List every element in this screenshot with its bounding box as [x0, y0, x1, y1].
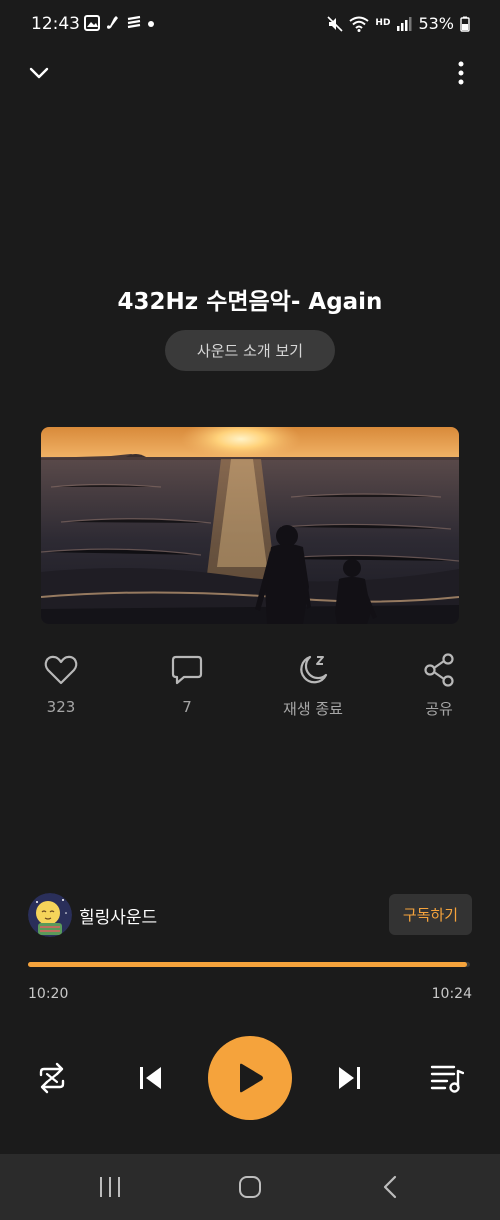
notification-dot-icon — [148, 21, 154, 27]
back-icon — [383, 1175, 397, 1199]
next-button[interactable] — [330, 1060, 370, 1096]
sunset-beach-image — [41, 427, 459, 624]
subscribe-button[interactable]: 구독하기 — [389, 894, 472, 935]
sound-wave-icon — [127, 15, 141, 29]
playlist-icon — [430, 1065, 464, 1093]
share-label: 공유 — [425, 700, 453, 718]
more-vertical-icon — [458, 61, 464, 85]
progress-bar[interactable] — [28, 962, 470, 967]
playlist-button[interactable] — [427, 1060, 467, 1096]
status-time: 12:43 — [31, 14, 80, 34]
play-icon — [240, 1063, 263, 1093]
comment-button[interactable]: 7 — [137, 652, 237, 716]
sound-intro-button[interactable]: 사운드 소개 보기 — [165, 330, 335, 371]
sunset-video-thumbnail[interactable] — [41, 427, 459, 624]
like-count: 323 — [46, 698, 76, 716]
progress-fill — [28, 962, 468, 967]
channel-avatar[interactable] — [28, 893, 72, 937]
status-system-icons: HD 53% — [327, 14, 470, 33]
comment-icon — [171, 655, 203, 685]
more-options-button[interactable] — [446, 58, 476, 88]
skip-next-icon — [339, 1067, 360, 1089]
player-screen: 12:43 HD 53% 432Hz 수면음악- Again 사운드 소개 보기 — [0, 0, 500, 1220]
home-button[interactable] — [230, 1172, 270, 1202]
action-row: 323 7 재생 종료 공유 — [0, 652, 500, 722]
sleep-timer-button[interactable]: 재생 종료 — [263, 652, 363, 719]
home-icon — [239, 1176, 261, 1198]
comment-count: 7 — [182, 698, 192, 716]
status-notification-icons — [84, 15, 155, 31]
repeat-button[interactable] — [32, 1060, 72, 1096]
signal-icon — [397, 16, 412, 31]
back-button[interactable] — [370, 1172, 410, 1202]
status-bar: 12:43 HD 53% — [0, 0, 500, 52]
channel-row: 힐링사운드 구독하기 — [28, 893, 472, 937]
wifi-icon — [349, 16, 370, 32]
recent-apps-icon — [100, 1177, 120, 1197]
skip-previous-icon — [140, 1067, 161, 1089]
battery-icon — [460, 16, 470, 32]
hd-voice-indicator: HD — [375, 18, 391, 28]
previous-button[interactable] — [130, 1060, 170, 1096]
share-icon — [424, 653, 454, 687]
chevron-down-icon — [29, 67, 49, 79]
battery-percentage: 53% — [418, 14, 454, 33]
sleep-timer-label: 재생 종료 — [283, 700, 343, 718]
channel-avatar-image — [28, 893, 72, 937]
system-navigation-bar — [0, 1154, 500, 1220]
sound-title: 432Hz 수면음악- Again — [117, 289, 383, 315]
repeat-icon — [39, 1062, 65, 1094]
collapse-button[interactable] — [24, 58, 54, 88]
moon-sleep-icon — [300, 655, 328, 684]
total-time: 10:24 — [431, 986, 472, 1002]
channel-name[interactable]: 힐링사운드 — [79, 903, 157, 928]
current-time: 10:20 — [28, 986, 69, 1002]
heart-icon — [44, 655, 78, 685]
mute-icon — [327, 15, 343, 32]
share-button[interactable]: 공유 — [389, 652, 489, 719]
recent-apps-button[interactable] — [90, 1172, 130, 1202]
sax-icon — [107, 16, 118, 29]
like-button[interactable]: 323 — [11, 652, 111, 716]
play-button[interactable] — [208, 1036, 292, 1120]
gallery-icon — [84, 15, 100, 31]
